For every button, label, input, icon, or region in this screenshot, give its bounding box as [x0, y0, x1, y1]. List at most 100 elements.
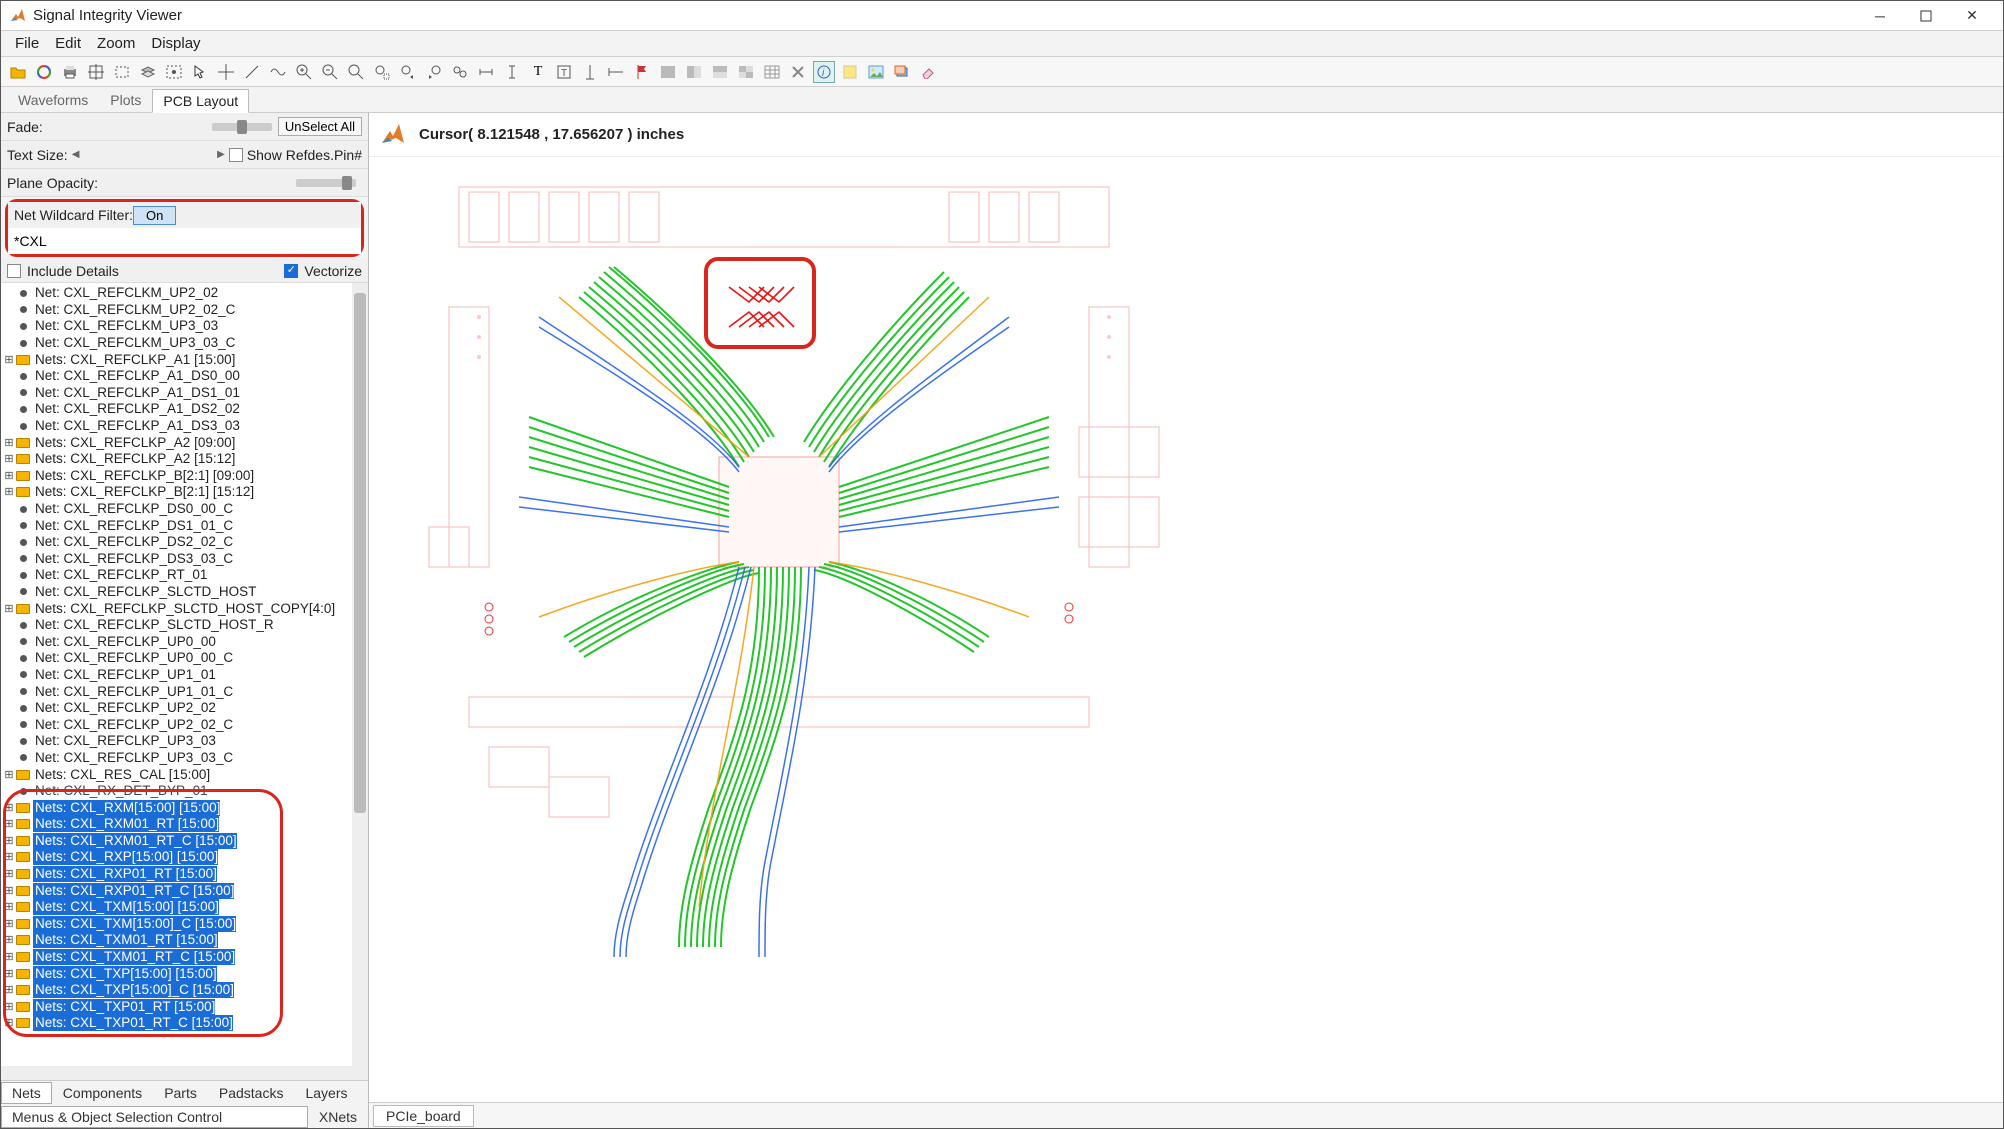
- box-t-icon[interactable]: T: [553, 61, 575, 83]
- tree-item[interactable]: ⊞Nets: CXL_TXM01_RT_C [15:00]: [3, 949, 368, 966]
- wave-icon[interactable]: [267, 61, 289, 83]
- tree-item[interactable]: ⊞Nets: CXL_TXM[15:00] [15:00]: [3, 899, 368, 916]
- lefttab-padstacks[interactable]: Padstacks: [208, 1082, 295, 1104]
- lefttab-xnets[interactable]: XNets: [308, 1106, 368, 1128]
- tree-item[interactable]: Net: CXL_REFCLKP_UP3_03: [3, 733, 368, 750]
- textsize-smaller-icon[interactable]: ◀: [68, 149, 84, 160]
- tree-scrollbar[interactable]: [352, 283, 368, 1066]
- layers-icon[interactable]: [137, 61, 159, 83]
- flag-icon[interactable]: [631, 61, 653, 83]
- lefttab-parts[interactable]: Parts: [153, 1082, 208, 1104]
- tree-item[interactable]: Net: CXL_REFCLKP_RT_01: [3, 567, 368, 584]
- tree-item[interactable]: ⊞Nets: CXL_RXM01_RT [15:00]: [3, 816, 368, 833]
- tree-expander-icon[interactable]: ⊞: [3, 849, 15, 865]
- planeopacity-slider[interactable]: [296, 179, 356, 187]
- stack-icon[interactable]: [891, 61, 913, 83]
- tree-item[interactable]: ⊞Nets: CXL_RXP[15:00] [15:00]: [3, 849, 368, 866]
- open-icon[interactable]: [7, 61, 29, 83]
- canvas-tab-board[interactable]: PCIe_board: [373, 1105, 474, 1127]
- maximize-button[interactable]: [1903, 2, 1949, 30]
- v-ruler-icon[interactable]: [501, 61, 523, 83]
- lefttab-menus[interactable]: Menus & Object Selection Control: [1, 1106, 308, 1128]
- zoom-sync-icon[interactable]: [449, 61, 471, 83]
- crosshair-icon[interactable]: [215, 61, 237, 83]
- tree-expander-icon[interactable]: ⊞: [3, 468, 15, 484]
- h-ruler-icon[interactable]: [475, 61, 497, 83]
- minimize-button[interactable]: ─: [1857, 2, 1903, 30]
- tree-expander-icon[interactable]: ⊞: [3, 435, 15, 451]
- tree-item[interactable]: Net: CXL_REFCLKM_UP3_03: [3, 318, 368, 335]
- tree-expander-icon[interactable]: ⊞: [3, 484, 15, 500]
- tree-item[interactable]: Net: CXL_REFCLKP_A1_DS2_02: [3, 401, 368, 418]
- lefttab-components[interactable]: Components: [52, 1082, 153, 1104]
- tree-expander-icon[interactable]: ⊞: [3, 966, 15, 982]
- tree-item[interactable]: ⊞Nets: CXL_TXP[15:00]_C [15:00]: [3, 982, 368, 999]
- tree-item[interactable]: Net: CXL_REFCLKP_DS1_01_C: [3, 517, 368, 534]
- tab-pcb-layout[interactable]: PCB Layout: [152, 89, 249, 113]
- filter-input[interactable]: [14, 233, 355, 249]
- fade-slider[interactable]: [212, 123, 272, 131]
- image-icon[interactable]: [865, 61, 887, 83]
- grid2-icon[interactable]: [683, 61, 705, 83]
- vectorize-checkbox[interactable]: ✓: [284, 264, 298, 278]
- tree-expander-icon[interactable]: ⊞: [3, 1015, 15, 1031]
- menu-edit[interactable]: Edit: [47, 33, 89, 54]
- net-tree[interactable]: Net: CXL_REFCLKM_UP2_02Net: CXL_REFCLKM_…: [1, 283, 368, 1066]
- grid-many-icon[interactable]: [761, 61, 783, 83]
- zoom-next-icon[interactable]: [423, 61, 445, 83]
- tree-expander-icon[interactable]: ⊞: [3, 949, 15, 965]
- tree-expander-icon[interactable]: ⊞: [3, 767, 15, 783]
- filter-on-button[interactable]: On: [133, 206, 176, 225]
- tree-item[interactable]: Net: CXL_REFCLKM_UP3_03_C: [3, 335, 368, 352]
- tree-item[interactable]: ⊞Nets: CXL_REFCLKP_A2 [15:12]: [3, 451, 368, 468]
- tree-item[interactable]: Net: CXL_RX_DET_BYP_01: [3, 783, 368, 800]
- tree-item[interactable]: ⊞Nets: CXL_REFCLKP_B[2:1] [15:12]: [3, 484, 368, 501]
- tree-item[interactable]: Net: CXL_REFCLKM_UP2_02_C: [3, 302, 368, 319]
- tree-expander-icon[interactable]: ⊞: [3, 916, 15, 932]
- menu-zoom[interactable]: Zoom: [89, 33, 143, 54]
- tree-item[interactable]: Net: CXL_REFCLKP_DS3_03_C: [3, 551, 368, 568]
- close-button[interactable]: ✕: [1949, 2, 1995, 30]
- menu-display[interactable]: Display: [143, 33, 208, 54]
- tree-item[interactable]: Net: CXL_REFCLKM_UP2_02: [3, 285, 368, 302]
- tree-item[interactable]: Net: CXL_REFCLKP_UP1_01: [3, 667, 368, 684]
- unselect-all-button[interactable]: UnSelect All: [278, 117, 362, 136]
- target-icon[interactable]: [85, 61, 107, 83]
- snap-h-icon[interactable]: [605, 61, 627, 83]
- textsize-larger-icon[interactable]: ▶: [213, 149, 229, 160]
- tree-expander-icon[interactable]: ⊞: [3, 352, 15, 368]
- tree-item[interactable]: ⊞Nets: CXL_TXP01_RT [15:00]: [3, 999, 368, 1016]
- tree-expander-icon[interactable]: ⊞: [3, 982, 15, 998]
- tree-item[interactable]: ⊞Nets: CXL_REFCLKP_A1 [15:00]: [3, 351, 368, 368]
- showrefdes-checkbox[interactable]: [229, 148, 243, 162]
- tab-waveforms[interactable]: Waveforms: [7, 88, 99, 112]
- tree-hscroll[interactable]: [1, 1066, 368, 1080]
- pointer-icon[interactable]: [189, 61, 211, 83]
- tree-item[interactable]: ⊞Nets: CXL_TXP01_RT_C [15:00]: [3, 1015, 368, 1032]
- tree-expander-icon[interactable]: ⊞: [3, 866, 15, 882]
- tree-item[interactable]: Net: CXL_REFCLKP_DS2_02_C: [3, 534, 368, 551]
- print-icon[interactable]: [59, 61, 81, 83]
- tree-item[interactable]: ⊞Nets: CXL_RXM01_RT_C [15:00]: [3, 833, 368, 850]
- tree-item[interactable]: Net: CXL_REFCLKP_UP2_02: [3, 700, 368, 717]
- tree-item[interactable]: Net: CXL_REFCLKP_A1_DS3_03: [3, 418, 368, 435]
- tree-expander-icon[interactable]: ⊞: [3, 451, 15, 467]
- tree-expander-icon[interactable]: ⊞: [3, 932, 15, 948]
- zoom-fit-icon[interactable]: [345, 61, 367, 83]
- tree-item[interactable]: ⊞Nets: CXL_RXP01_RT_C [15:00]: [3, 882, 368, 899]
- tree-item[interactable]: Net: CXL_REFCLKP_UP0_00_C: [3, 650, 368, 667]
- tree-item[interactable]: Net: CXL_REFCLKP_SLCTD_HOST_R: [3, 617, 368, 634]
- zoom-out-icon[interactable]: [319, 61, 341, 83]
- lefttab-layers[interactable]: Layers: [294, 1082, 358, 1104]
- info-icon[interactable]: i: [813, 61, 835, 83]
- tree-item[interactable]: Net: CXL_REFCLKP_UP1_01_C: [3, 683, 368, 700]
- tree-expander-icon[interactable]: ⊞: [3, 883, 15, 899]
- pcb-canvas[interactable]: [369, 157, 2003, 1102]
- snap-v-icon[interactable]: [579, 61, 601, 83]
- tab-plots[interactable]: Plots: [99, 88, 152, 112]
- tree-item[interactable]: Net: CXL_REFCLKP_A1_DS0_00: [3, 368, 368, 385]
- tree-item[interactable]: ⊞Nets: CXL_REFCLKP_A2 [09:00]: [3, 434, 368, 451]
- grid1-icon[interactable]: [657, 61, 679, 83]
- tree-item[interactable]: Net: CXL_REFCLKP_A1_DS1_01: [3, 385, 368, 402]
- tree-item[interactable]: Net: CXL_REFCLKP_UP3_03_C: [3, 750, 368, 767]
